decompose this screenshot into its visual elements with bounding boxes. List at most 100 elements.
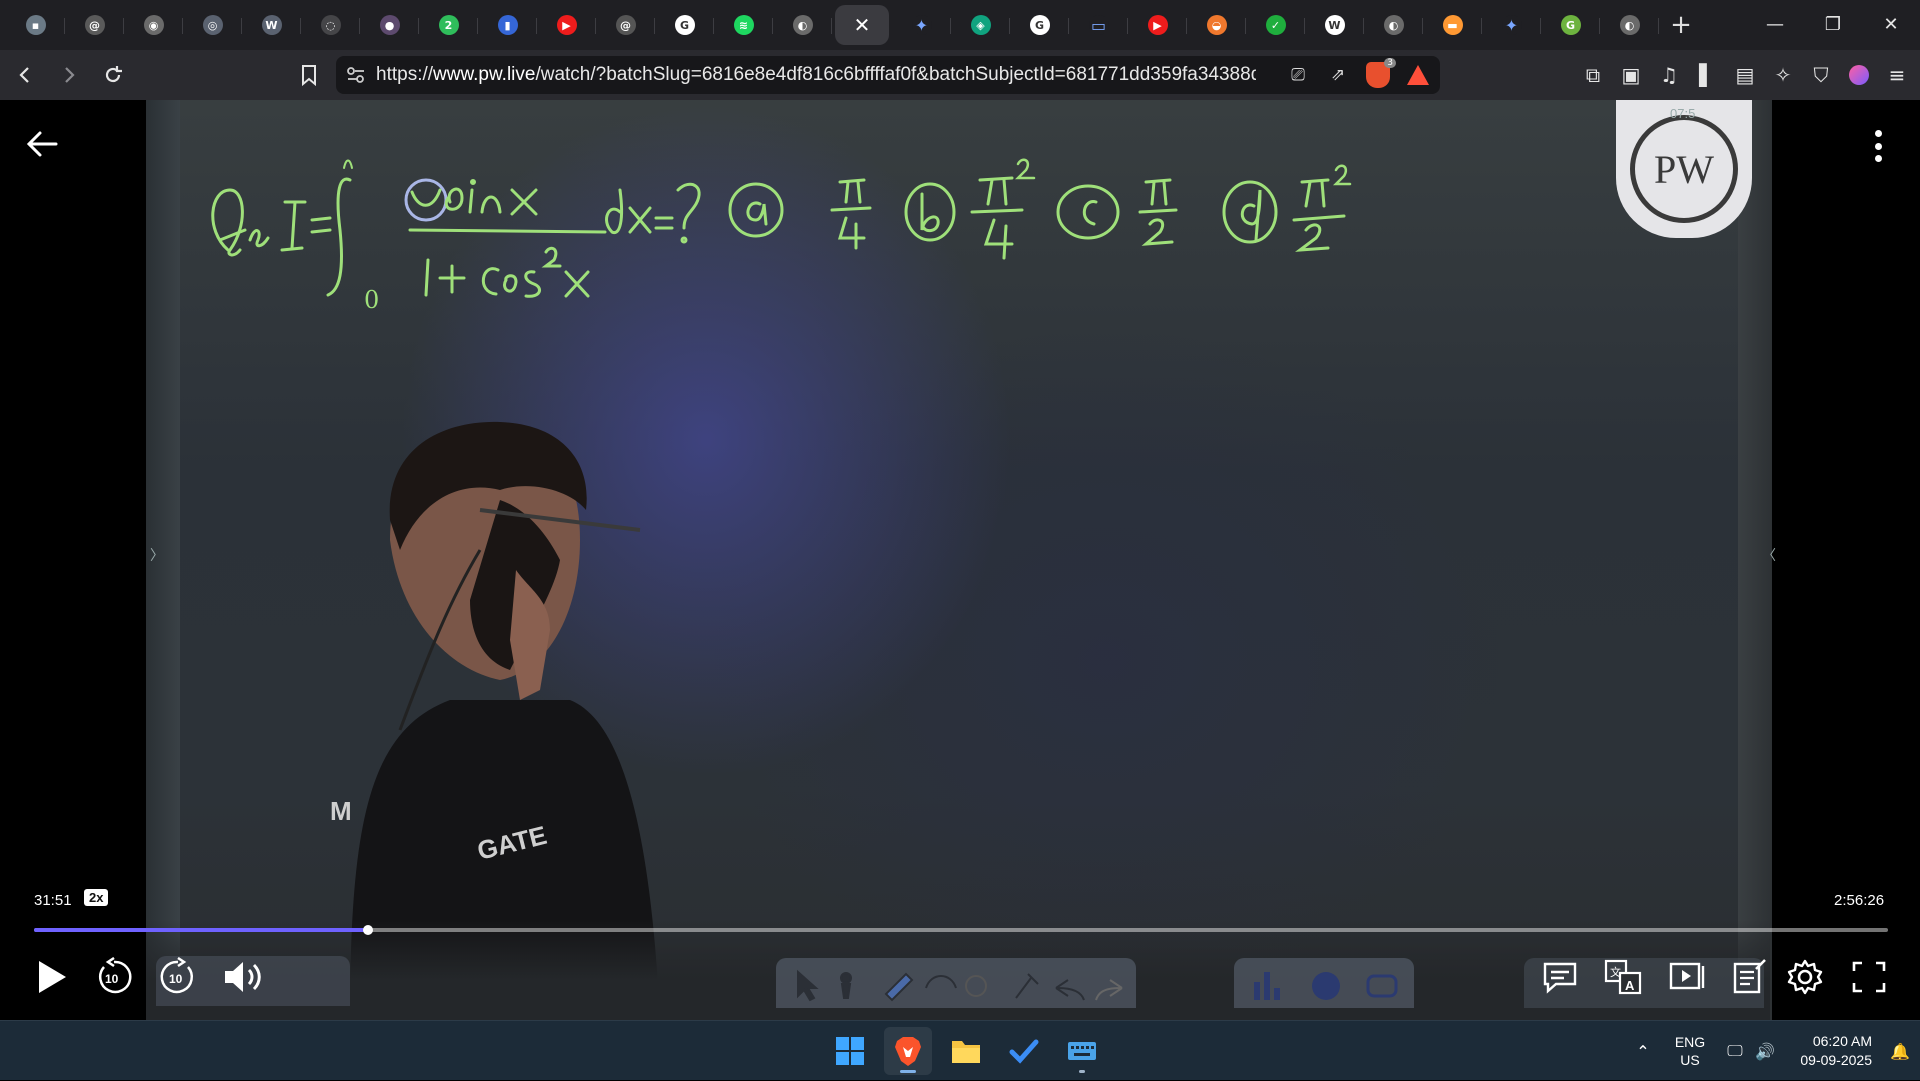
taskbar-touch-keyboard[interactable]	[1058, 1027, 1106, 1075]
play-button[interactable]	[30, 952, 74, 1002]
start-button[interactable]	[826, 1027, 874, 1075]
tab[interactable]: ◐	[1600, 5, 1659, 45]
board-tools-icons	[797, 969, 1123, 1002]
more-options-button[interactable]	[1866, 126, 1890, 166]
chat-button[interactable]	[1538, 952, 1582, 1002]
svg-text:文: 文	[1610, 965, 1621, 979]
taskbar-file-explorer[interactable]	[942, 1027, 990, 1075]
tab[interactable]: ▶	[537, 5, 596, 45]
tab[interactable]: ▭	[1069, 5, 1128, 45]
tab[interactable]: ✓	[1246, 5, 1305, 45]
region-code: US	[1680, 1052, 1700, 1068]
tab[interactable]: @	[65, 5, 124, 45]
minimize-button[interactable]: —	[1746, 0, 1804, 48]
new-tab-button[interactable]: +	[1661, 5, 1701, 45]
tab[interactable]: ≋	[714, 5, 773, 45]
sidebar-icon[interactable]: ▌	[1692, 56, 1722, 94]
tab[interactable]: ◐	[773, 5, 832, 45]
back-arrow-button[interactable]	[24, 126, 64, 166]
fullscreen-button[interactable]	[1846, 952, 1892, 1002]
leo-ai-icon[interactable]: ✧	[1768, 56, 1798, 94]
site-info-icon[interactable]	[336, 67, 376, 83]
close-window-button[interactable]: ✕	[1862, 0, 1920, 48]
cast-icon[interactable]: ⎚	[1284, 61, 1312, 89]
tab[interactable]: ▶	[1128, 5, 1187, 45]
tab[interactable]: ◌	[301, 5, 360, 45]
tab[interactable]: ✦	[1482, 5, 1541, 45]
url-text[interactable]: https://www.pw.live/watch/?batchSlug=681…	[376, 64, 1256, 86]
url-path: /watch/?batchSlug=6816e8e4df816c6bffffaf…	[535, 64, 1256, 85]
tab[interactable]: ◒	[1187, 5, 1246, 45]
tab[interactable]: ◉	[124, 5, 183, 45]
video-player[interactable]: 〉 〈 0 PW 07:5 GATE M 31:51 2x 2:56:26 10…	[0, 100, 1920, 1020]
seek-bar[interactable]	[34, 925, 1888, 935]
vpn-shield-icon[interactable]: ⛉	[1806, 56, 1836, 94]
show-hidden-icons-button[interactable]: ⌃	[1626, 1042, 1660, 1061]
reader-mode-icon[interactable]: ▣	[1616, 56, 1646, 94]
notifications-bell-icon[interactable]: 🔔	[1880, 1042, 1920, 1061]
windows-logo-icon	[836, 1037, 864, 1065]
dotted-circle-icon: ◌	[320, 15, 341, 35]
forward-button[interactable]	[50, 56, 88, 94]
youtube-icon: ▶	[1147, 15, 1168, 35]
tab[interactable]: ▮	[478, 5, 537, 45]
reload-button[interactable]	[94, 56, 132, 94]
address-bar[interactable]: https://www.pw.live/watch/?batchSlug=681…	[336, 56, 1440, 94]
tab[interactable]: 2	[419, 5, 478, 45]
taskbar-todo[interactable]	[1000, 1027, 1048, 1075]
brave-shields-button[interactable]: 3	[1364, 58, 1396, 89]
volume-button[interactable]	[218, 952, 268, 1002]
clock-time: 06:20 AM	[1812, 1033, 1872, 1049]
share-icon[interactable]: ⇗	[1324, 61, 1352, 89]
tab[interactable]: ◐	[1364, 5, 1423, 45]
notes-button[interactable]	[1728, 952, 1772, 1002]
tab[interactable]: ▪	[6, 5, 65, 45]
board-right-handle: 〈	[1762, 547, 1776, 563]
tab[interactable]: @	[596, 5, 655, 45]
globe-icon: ◐	[1619, 15, 1640, 35]
globe-icon: ◐	[792, 15, 813, 35]
rewind-10-button[interactable]: 10	[92, 952, 136, 1002]
tab[interactable]: G	[1010, 5, 1069, 45]
media-icon[interactable]: ♫	[1654, 56, 1684, 94]
tab[interactable]: W	[1305, 5, 1364, 45]
url-host: www.pw.live	[433, 64, 536, 85]
menu-icon[interactable]: ≡	[1882, 56, 1912, 94]
tab[interactable]: G	[655, 5, 714, 45]
tab[interactable]: ◎	[183, 5, 242, 45]
bookmark-button[interactable]	[290, 56, 328, 94]
tab[interactable]: G	[1541, 5, 1600, 45]
svg-text:10: 10	[105, 972, 119, 986]
seek-bar-handle[interactable]	[362, 925, 373, 935]
tab[interactable]: ▬	[1423, 5, 1482, 45]
forward-10-icon: 10	[160, 957, 193, 994]
restore-button[interactable]: ❐	[1804, 0, 1862, 48]
tab[interactable]: W	[242, 5, 301, 45]
taskbar-brave[interactable]	[884, 1027, 932, 1075]
playback-speed-badge[interactable]: 2x	[84, 889, 109, 906]
tab[interactable]: ◈	[951, 5, 1010, 45]
translate-button[interactable]: A文	[1602, 952, 1646, 1002]
tab-strip: ▪ @ ◉ ◎ W ◌ ● 2 ▮ ▶ @ G ≋ ◐ ✕ ✦ ◈ G ▭ ▶ ◒ ✓ W ◐ ▬ ✦ G ◐ + — ❐ ✕	[0, 0, 1920, 50]
profile-avatar-icon[interactable]	[1844, 56, 1874, 94]
speaker-icon[interactable]: 🔊	[1750, 1042, 1780, 1061]
close-icon[interactable]: ✕	[854, 13, 871, 37]
network-icon[interactable]: 🖵	[1720, 1041, 1750, 1061]
tab-active[interactable]: ✕	[835, 5, 889, 45]
picture-in-picture-button[interactable]	[1666, 952, 1710, 1002]
wallet-icon[interactable]: ▤	[1730, 56, 1760, 94]
tab[interactable]: ✦	[892, 5, 951, 45]
pw-logo: PW 07:5	[1616, 100, 1752, 238]
back-button[interactable]	[6, 56, 44, 94]
keyboard-icon	[1068, 1042, 1096, 1060]
extensions-icon[interactable]: ⧉	[1578, 56, 1608, 94]
seek-bar-played	[34, 928, 368, 932]
forward-10-button[interactable]: 10	[156, 952, 200, 1002]
board-tool-panel	[776, 958, 1136, 1008]
brave-rewards-button[interactable]	[1404, 61, 1432, 89]
bookmark-icon	[302, 65, 316, 86]
clock[interactable]: 06:20 AM 09-09-2025	[1780, 1032, 1880, 1070]
settings-button[interactable]	[1782, 952, 1828, 1002]
tab[interactable]: ●	[360, 5, 419, 45]
language-indicator[interactable]: ENG US	[1660, 1033, 1720, 1069]
